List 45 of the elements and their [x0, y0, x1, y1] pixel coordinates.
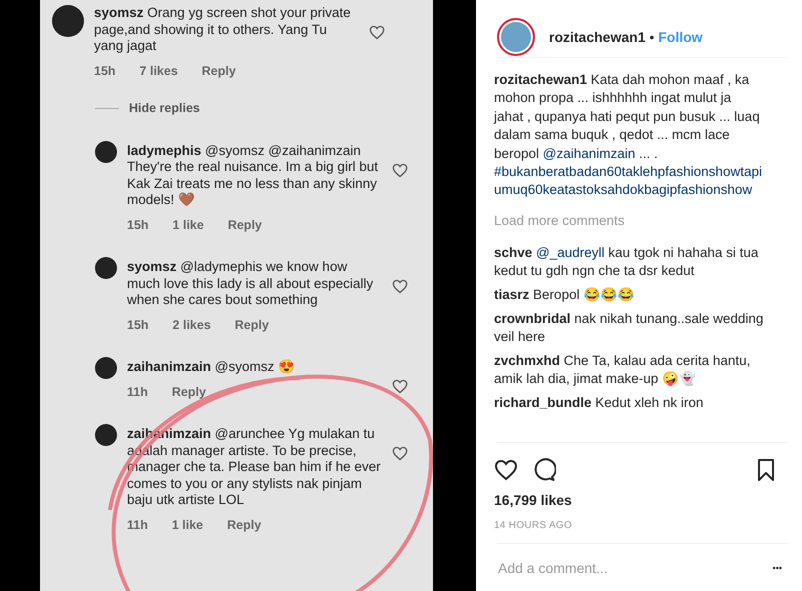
heart-icon[interactable] — [494, 458, 518, 482]
comment-time: 15h — [127, 216, 149, 233]
comment-text: zaihanimzain @arunchee Yg mulakan tu adalah manager artiste. To be precise, manager che ta. Please ban him if he ever comes to you or any stylists nak pinjam baju utk artiste LOL — [127, 426, 382, 508]
separator-dot: • — [649, 30, 654, 44]
comment-text: zaihanimzain @syomsz 😍 — [127, 359, 296, 376]
comment-icon[interactable] — [532, 458, 556, 482]
comment-time: 15h — [127, 316, 149, 333]
reply-link[interactable]: Reply — [228, 216, 262, 233]
mention-link[interactable]: @_audreyll — [536, 244, 605, 260]
comment-text: richard_bundle Kedut xleh nk iron — [494, 394, 704, 412]
profile-avatar[interactable] — [497, 18, 535, 56]
avatar[interactable] — [52, 5, 84, 37]
reply-link[interactable]: Reply — [202, 62, 236, 79]
likes-count[interactable]: 1 like — [172, 216, 204, 233]
hide-replies-link[interactable]: Hide replies — [129, 100, 200, 116]
reply-link[interactable]: Reply — [234, 316, 269, 333]
likes-count[interactable]: 7 likes — [140, 62, 178, 79]
avatar[interactable] — [95, 257, 117, 279]
load-more-link[interactable]: Load more comments — [494, 212, 764, 230]
follow-button[interactable]: Follow — [658, 28, 703, 44]
comment-text: tiasrz Beropol 😂😂😂 — [494, 286, 636, 304]
avatar[interactable] — [95, 140, 117, 162]
comment-text: syomsz @ladymephis we know how much love this lady is all about especially when she cares bout something — [127, 259, 374, 308]
comment-text: ladymephis @syomsz @zaihanimzain They're the real nuisance. Im a big girl but Kak Zai treats me no less than any skinny models! 🤎 — [127, 142, 379, 208]
reply-link[interactable]: Reply — [227, 516, 262, 533]
caption-text: rozitachewan1 Kata dah mohon maaf , ka mohon propa ... ishhhhhh ingat mulut ja jahat , qupanya hati pequt pun busuk ... luaq dalam sama buquk , qedot ... mcm lace beropol @zaihanimzain ... . #bukanberatbadan60taklehpfashionshowtapiumuq60keatastoksahdokbagipfashionshow — [494, 71, 764, 200]
username-link[interactable]: rozitachewan1 — [549, 28, 646, 44]
avatar[interactable] — [95, 424, 117, 446]
more-options-button[interactable]: ••• — [772, 562, 782, 572]
comment-time: 15h — [94, 62, 116, 79]
likes-count[interactable]: 1 like — [172, 516, 204, 533]
reply-link[interactable]: Reply — [172, 384, 206, 400]
hashtag-link[interactable]: #bukanberatbadan60taklehpfashionshowtapiumuq60keatastoksahdokbagipfashionshow — [494, 163, 764, 200]
comment-time: 11h — [127, 384, 148, 400]
post-time: 14 HOURS AGO — [493, 519, 574, 533]
comment-time: 11h — [127, 516, 148, 533]
comment-text: zvchmxhd Che Ta, kalau ada cerita hantu, amik lah dia, jimat make-up 🤪👻 — [494, 352, 752, 388]
avatar[interactable] — [95, 357, 117, 379]
likes-count[interactable]: 16,799 likes — [476, 489, 802, 511]
comment-text: syomsz Orang yg screen shot your private page,and showing it to others. Yang Tu yang jagat — [94, 5, 352, 54]
comment-text: schve @_audreyll kau tgok ni hahaha si tua kedut tu gdh ngn che ta dsr kedut — [494, 244, 760, 280]
likes-count[interactable]: 2 likes — [172, 316, 211, 333]
mention-link[interactable]: @zaihanimzain — [542, 146, 636, 161]
comment-text: crownbridal nak nikah tunang..sale wedding veil here — [494, 310, 764, 346]
comment-input[interactable]: Add a comment... — [496, 558, 773, 576]
